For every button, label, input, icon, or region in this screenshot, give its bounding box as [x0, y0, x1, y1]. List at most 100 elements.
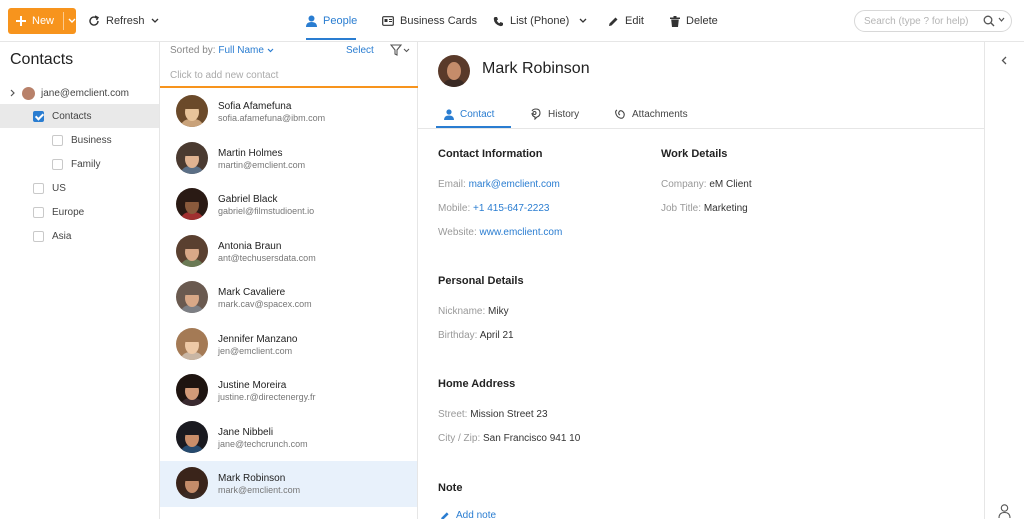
contact-email: justine.r@directenergy.fr	[218, 392, 316, 402]
folder-label: US	[52, 182, 66, 194]
delete-button[interactable]: Delete	[670, 12, 718, 30]
email-link[interactable]: mark@emclient.com	[469, 179, 560, 190]
person-icon	[444, 108, 454, 120]
search-placeholder: Search (type ? for help)	[864, 15, 969, 27]
sort-control[interactable]: Sorted by: Full Name	[170, 45, 274, 56]
folder-checkbox[interactable]	[33, 206, 44, 218]
home-address-heading: Home Address	[438, 378, 516, 390]
add-new-contact-input[interactable]: Click to add new contact	[160, 66, 418, 88]
folder-label: Business	[71, 134, 112, 146]
refresh-icon	[89, 15, 99, 26]
sort-value[interactable]: Full Name	[218, 45, 264, 56]
list-item[interactable]: Mark Cavaliere mark.cav@spacex.com	[160, 275, 417, 321]
contact-email: jen@emclient.com	[218, 345, 293, 356]
folder-checkbox[interactable]	[52, 134, 63, 146]
tab-divider	[418, 128, 984, 129]
avatar	[438, 55, 470, 87]
person-outline-icon[interactable]	[998, 504, 1011, 518]
mobile-link[interactable]: +1 415-647-2223	[473, 203, 549, 214]
contact-email: mark@emclient.com	[218, 485, 301, 495]
refresh-button[interactable]: Refresh	[88, 12, 159, 30]
contact-name: Jane Nibbeli	[218, 426, 274, 438]
person-icon	[306, 15, 317, 27]
list-item[interactable]: Gabriel Black gabriel@filmstudioent.io	[160, 182, 417, 228]
folder-checkbox[interactable]	[33, 182, 44, 194]
tab-history[interactable]: History	[530, 104, 579, 124]
filter-icon[interactable]	[390, 44, 410, 56]
street-label: Street:	[438, 409, 468, 420]
email-row: Email: mark@emclient.com	[438, 179, 560, 190]
birthday-label: Birthday:	[438, 330, 478, 341]
personal-details-heading: Personal Details	[438, 275, 524, 287]
chevron-down-icon[interactable]	[998, 17, 1005, 23]
select-button[interactable]: Select	[346, 45, 374, 56]
folder-checkbox[interactable]	[52, 158, 63, 170]
avatar	[176, 374, 208, 406]
tab-list-phone[interactable]: List (Phone)	[493, 12, 587, 30]
search-input[interactable]: Search (type ? for help)	[854, 10, 1012, 32]
folder-checkbox[interactable]	[33, 230, 44, 242]
tab-business-cards[interactable]: Business Cards	[382, 12, 477, 30]
account-avatar	[22, 86, 35, 100]
folder-pane: Contacts jane@emclient.com Contacts Busi…	[0, 42, 160, 519]
city-zip-label: City / Zip:	[438, 433, 481, 444]
sidebar-item-family[interactable]: Family	[52, 152, 100, 176]
chevron-left-icon[interactable]	[1001, 56, 1007, 65]
avatar	[176, 141, 208, 174]
tab-list-phone-label: List (Phone)	[510, 15, 570, 27]
account-email: jane@emclient.com	[41, 87, 129, 99]
avatar	[176, 95, 208, 127]
folder-checkbox[interactable]	[33, 110, 44, 122]
sidebar-item-us[interactable]: US	[33, 176, 66, 200]
avatar	[176, 420, 208, 453]
street-value: Mission Street 23	[470, 409, 548, 420]
nickname-label: Nickname:	[438, 306, 486, 317]
job-title-value: Marketing	[703, 203, 748, 214]
contact-information-heading: Contact Information	[438, 148, 543, 160]
phone-icon	[493, 16, 503, 26]
list-item[interactable]: Martin Holmes martin@emclient.com	[160, 136, 417, 182]
chevron-down-icon[interactable]	[68, 18, 76, 24]
job-title-row: Job Title: Marketing	[661, 203, 748, 214]
contact-email: ant@techusersdata.com	[218, 252, 316, 263]
list-item[interactable]: Justine Moreira justine.r@directenergy.fr	[160, 368, 417, 414]
avatar	[176, 467, 208, 499]
search-icon[interactable]	[983, 15, 995, 27]
list-item[interactable]: Mark Robinson mark@emclient.com	[160, 461, 417, 507]
folder-label: Europe	[52, 206, 85, 218]
tab-history-label: History	[548, 108, 580, 120]
company-row: Company: eM Client	[661, 179, 752, 190]
edit-button[interactable]: Edit	[608, 12, 644, 30]
pencil-icon	[609, 17, 618, 26]
nickname-value: Miky	[488, 306, 509, 317]
new-button-divider	[63, 12, 64, 30]
list-item[interactable]: Jennifer Manzano jen@emclient.com	[160, 322, 417, 368]
chevron-right-icon[interactable]	[10, 89, 15, 97]
email-label: Email:	[438, 179, 466, 190]
add-note-button[interactable]: Add note	[440, 510, 496, 519]
tab-people[interactable]: People	[306, 12, 357, 30]
chevron-down-icon[interactable]	[267, 48, 274, 53]
contact-name: Gabriel Black	[218, 194, 278, 205]
contact-email: jane@techcrunch.com	[218, 438, 308, 449]
tab-contact[interactable]: Contact	[444, 104, 494, 124]
sidebar-item-europe[interactable]: Europe	[33, 200, 84, 224]
street-row: Street: Mission Street 23	[438, 409, 548, 420]
birthday-value: April 21	[479, 330, 514, 341]
tab-attachments[interactable]: Attachments	[614, 104, 688, 124]
sidebar-item-contacts[interactable]: Contacts	[0, 104, 159, 128]
sidebar-item-business[interactable]: Business	[52, 128, 112, 152]
website-link[interactable]: www.emclient.com	[480, 227, 563, 238]
list-item[interactable]: Sofia Afamefuna sofia.afamefuna@ibm.com	[160, 89, 417, 135]
job-title-label: Job Title:	[661, 203, 702, 214]
list-item[interactable]: Jane Nibbeli jane@techcrunch.com	[160, 415, 417, 461]
side-panel	[984, 42, 1024, 519]
new-button[interactable]: New	[8, 8, 76, 34]
sidebar-item-asia[interactable]: Asia	[33, 224, 71, 248]
list-item[interactable]: Antonia Braun ant@techusersdata.com	[160, 229, 417, 275]
contact-name: Mark Robinson	[482, 60, 590, 77]
tab-contact-label: Contact	[460, 108, 495, 120]
delete-label: Delete	[686, 15, 718, 27]
account-node[interactable]: jane@emclient.com	[10, 85, 129, 101]
contact-email: martin@emclient.com	[218, 159, 306, 170]
